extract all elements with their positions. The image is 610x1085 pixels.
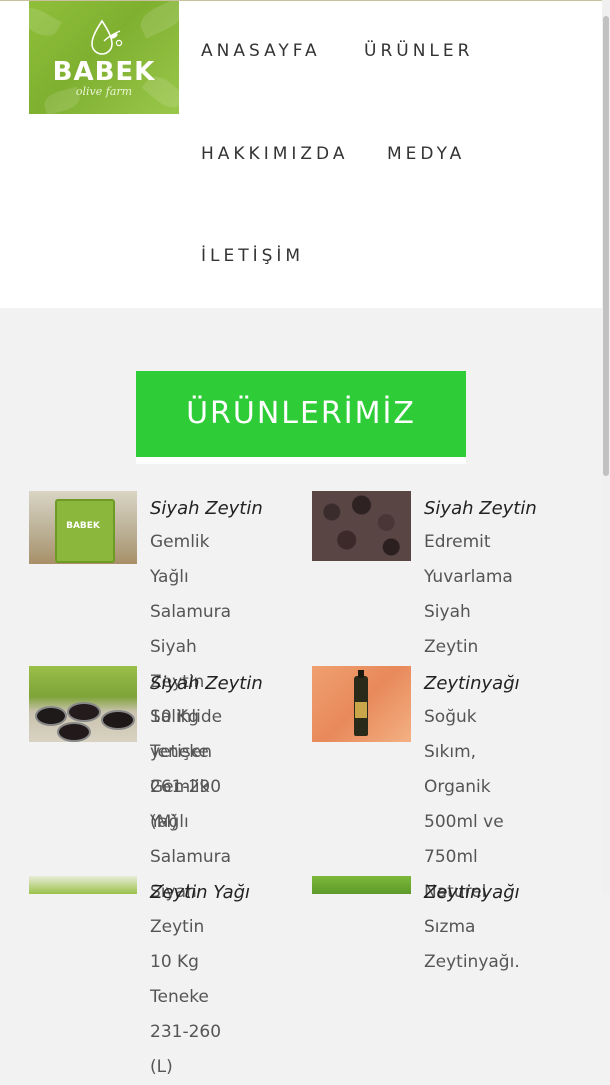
product-image[interactable] — [312, 491, 411, 561]
product-description-line: Organik 500ml ve — [424, 777, 504, 832]
product-image[interactable] — [29, 666, 137, 742]
nav-item-home[interactable]: ANASAYFA — [201, 41, 321, 61]
product-description-line: Sızma Zeytinyağı. — [424, 917, 520, 972]
product-title[interactable]: Zeytinyağı — [424, 882, 520, 903]
nav-item-about[interactable]: HAKKIMIZDA — [201, 144, 348, 164]
product-image[interactable]: BABEK — [29, 491, 137, 564]
section-title: ÜRÜNLERİMİZ — [136, 371, 466, 464]
brand-name: BABEK — [52, 57, 156, 87]
site-header: BABEK olive farm ANASAYFA ÜRÜNLER HAKKIM… — [0, 1, 610, 308]
brand-tagline: olive farm — [75, 85, 133, 98]
product-image[interactable] — [29, 876, 137, 894]
product-description-line: Salihlide yetişen — [150, 707, 223, 762]
brand-logo[interactable]: BABEK olive farm — [29, 1, 179, 114]
product-description: Edremit Yuvarlama Siyah Zeytin — [424, 525, 513, 665]
product-description-line: Gemlik Yağlı — [150, 777, 210, 832]
product-title[interactable]: Zeytinyağı — [424, 673, 520, 694]
nav-item-products[interactable]: ÜRÜNLER — [364, 41, 473, 61]
scrollbar-thumb[interactable] — [603, 16, 609, 476]
product-description-line: 231-260 (L) — [150, 1022, 222, 1077]
product-description: Soğuk Sıkım, Organik 500ml ve 750ml Natu… — [424, 700, 520, 980]
product-description-line: Soğuk Sıkım, — [424, 707, 477, 762]
product-title[interactable]: Siyah Zeytin — [424, 498, 537, 519]
product-description-line: Edremit — [424, 532, 491, 552]
scrollbar[interactable] — [602, 0, 610, 894]
nav-item-contact[interactable]: İLETİŞİM — [201, 246, 304, 266]
product-description-line: Gemlik Yağlı — [150, 532, 210, 587]
product-description-line: Zeytin 10 Kg Teneke — [150, 917, 209, 1007]
product-description-line: Salamura Siyah — [150, 602, 232, 657]
nav-item-media[interactable]: MEDYA — [387, 144, 465, 164]
product-title[interactable]: Siyah Zeytin — [150, 498, 263, 519]
tin-label: BABEK — [66, 521, 100, 531]
product-title[interactable]: Zeytin Yağı — [150, 882, 250, 903]
product-image[interactable] — [312, 876, 411, 894]
product-description-line: Zeytin — [424, 637, 479, 657]
product-description-line: Yuvarlama Siyah — [424, 567, 513, 622]
product-image[interactable] — [312, 666, 411, 742]
product-title[interactable]: Siyah Zeytin — [150, 673, 263, 694]
olive-drop-icon — [91, 19, 123, 55]
